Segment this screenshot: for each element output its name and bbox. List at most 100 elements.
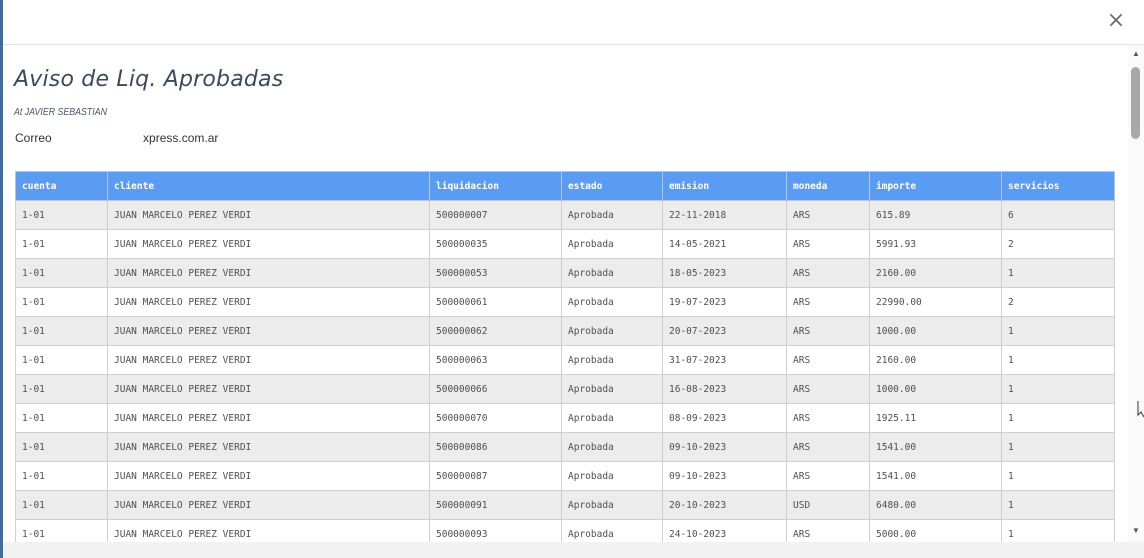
table-row: 1-01 JUAN MARCELO PEREZ VERDI 500000091 Apr…	[15, 490, 1115, 520]
cell-estado: Aprobada	[561, 432, 663, 462]
modal-body: Aviso de Liq. Aprobadas At JAVIER SEBAST…	[3, 45, 1128, 542]
cell-cuenta: 1-01	[15, 432, 108, 462]
cell-moneda: ARS	[786, 287, 870, 317]
cell-importe: 615.89	[869, 200, 1002, 230]
table-row: 1-01 JUAN MARCELO PEREZ VERDI 500000061 Apr…	[15, 287, 1115, 317]
table-row: 1-01 JUAN MARCELO PEREZ VERDI 500000087 Apr…	[15, 461, 1115, 491]
cell-emision: 24-10-2023	[662, 519, 787, 542]
chevron-up-icon[interactable]: ▲	[1128, 47, 1144, 61]
cell-emision: 18-05-2023	[662, 258, 787, 288]
cell-estado: Aprobada	[561, 461, 663, 491]
table-row: 1-01 JUAN MARCELO PEREZ VERDI 500000062 Apr…	[15, 316, 1115, 346]
scrollbar-thumb[interactable]	[1131, 67, 1140, 139]
cell-liquidacion: 500000007	[429, 200, 562, 230]
cell-moneda: ARS	[786, 345, 870, 375]
cell-cliente: JUAN MARCELO PEREZ VERDI	[107, 200, 430, 230]
liquidation-table: cuenta cliente liquidacion estado emision mon…	[15, 171, 1115, 542]
column-header-importe: importe	[869, 171, 1002, 201]
table-row: 1-01 JUAN MARCELO PEREZ VERDI 500000093 Apr…	[15, 519, 1115, 542]
cell-cliente: JUAN MARCELO PEREZ VERDI	[107, 461, 430, 491]
modal-footer	[3, 542, 1144, 558]
cell-emision: 20-07-2023	[662, 316, 787, 346]
cell-servicios: 1	[1001, 490, 1115, 520]
cell-cliente: JUAN MARCELO PEREZ VERDI	[107, 403, 430, 433]
cell-cuenta: 1-01	[15, 229, 108, 259]
cell-servicios: 1	[1001, 403, 1115, 433]
email-suffix: xpress.com.ar	[143, 131, 219, 145]
cell-cliente: JUAN MARCELO PEREZ VERDI	[107, 345, 430, 375]
cell-moneda: ARS	[786, 403, 870, 433]
cell-estado: Aprobada	[561, 490, 663, 520]
table-row: 1-01 JUAN MARCELO PEREZ VERDI 500000035 Apr…	[15, 229, 1115, 259]
table-row: 1-01 JUAN MARCELO PEREZ VERDI 500000053 Apr…	[15, 258, 1115, 288]
email-prefix: Correo	[15, 131, 52, 145]
cell-cliente: JUAN MARCELO PEREZ VERDI	[107, 316, 430, 346]
cell-emision: 16-08-2023	[662, 374, 787, 404]
cell-moneda: ARS	[786, 432, 870, 462]
cell-moneda: ARS	[786, 229, 870, 259]
cell-servicios: 6	[1001, 200, 1115, 230]
cell-estado: Aprobada	[561, 374, 663, 404]
cell-cliente: JUAN MARCELO PEREZ VERDI	[107, 432, 430, 462]
column-header-cliente: cliente	[107, 171, 430, 201]
cell-estado: Aprobada	[561, 345, 663, 375]
cell-importe: 1000.00	[869, 374, 1002, 404]
chevron-down-icon[interactable]: ▼	[1128, 524, 1144, 538]
cell-cliente: JUAN MARCELO PEREZ VERDI	[107, 519, 430, 542]
liquidation-modal: × Aviso de Liq. Aprobadas At JAVIER SEBA…	[3, 0, 1144, 558]
cell-importe: 2160.00	[869, 345, 1002, 375]
cell-emision: 31-07-2023	[662, 345, 787, 375]
cell-moneda: ARS	[786, 374, 870, 404]
cell-moneda: ARS	[786, 200, 870, 230]
cell-moneda: ARS	[786, 519, 870, 542]
attention-line: At JAVIER SEBASTIAN	[14, 107, 107, 118]
cell-estado: Aprobada	[561, 403, 663, 433]
column-header-moneda: moneda	[786, 171, 870, 201]
cell-cliente: JUAN MARCELO PEREZ VERDI	[107, 229, 430, 259]
cell-liquidacion: 500000063	[429, 345, 562, 375]
cell-liquidacion: 500000066	[429, 374, 562, 404]
cell-importe: 1541.00	[869, 432, 1002, 462]
cell-estado: Aprobada	[561, 519, 663, 542]
cell-cuenta: 1-01	[15, 403, 108, 433]
cell-liquidacion: 500000087	[429, 461, 562, 491]
cell-liquidacion: 500000093	[429, 519, 562, 542]
table-row: 1-01 JUAN MARCELO PEREZ VERDI 500000063 Apr…	[15, 345, 1115, 375]
cell-emision: 20-10-2023	[662, 490, 787, 520]
cell-importe: 1925.11	[869, 403, 1002, 433]
cell-moneda: ARS	[786, 461, 870, 491]
cell-importe: 6480.00	[869, 490, 1002, 520]
table-row: 1-01 JUAN MARCELO PEREZ VERDI 500000086 Apr…	[15, 432, 1115, 462]
cell-servicios: 2	[1001, 229, 1115, 259]
column-header-servicios: servicios	[1001, 171, 1115, 201]
table-row: 1-01 JUAN MARCELO PEREZ VERDI 500000007 Apr…	[15, 200, 1115, 230]
cell-servicios: 1	[1001, 258, 1115, 288]
cell-cuenta: 1-01	[15, 258, 108, 288]
cell-liquidacion: 500000061	[429, 287, 562, 317]
table-row: 1-01 JUAN MARCELO PEREZ VERDI 500000070 Apr…	[15, 403, 1115, 433]
cell-servicios: 1	[1001, 432, 1115, 462]
cell-cuenta: 1-01	[15, 490, 108, 520]
cell-servicios: 1	[1001, 316, 1115, 346]
cell-servicios: 1	[1001, 345, 1115, 375]
column-header-cuenta: cuenta	[15, 171, 108, 201]
cell-cuenta: 1-01	[15, 345, 108, 375]
cell-liquidacion: 500000070	[429, 403, 562, 433]
email-line: Correo xpress.com.ar	[15, 131, 218, 145]
cell-liquidacion: 500000091	[429, 490, 562, 520]
cell-emision: 19-07-2023	[662, 287, 787, 317]
cell-cuenta: 1-01	[15, 374, 108, 404]
cell-emision: 14-05-2021	[662, 229, 787, 259]
vertical-scrollbar[interactable]: ▲ ▼	[1128, 45, 1144, 542]
cell-importe: 1000.00	[869, 316, 1002, 346]
cell-importe: 2160.00	[869, 258, 1002, 288]
cell-cuenta: 1-01	[15, 519, 108, 542]
cell-cliente: JUAN MARCELO PEREZ VERDI	[107, 287, 430, 317]
cell-estado: Aprobada	[561, 229, 663, 259]
column-header-estado: estado	[561, 171, 663, 201]
cell-liquidacion: 500000035	[429, 229, 562, 259]
close-icon[interactable]: ×	[1105, 10, 1127, 32]
cell-cuenta: 1-01	[15, 287, 108, 317]
cell-liquidacion: 500000086	[429, 432, 562, 462]
redacted-email-part	[55, 132, 143, 142]
